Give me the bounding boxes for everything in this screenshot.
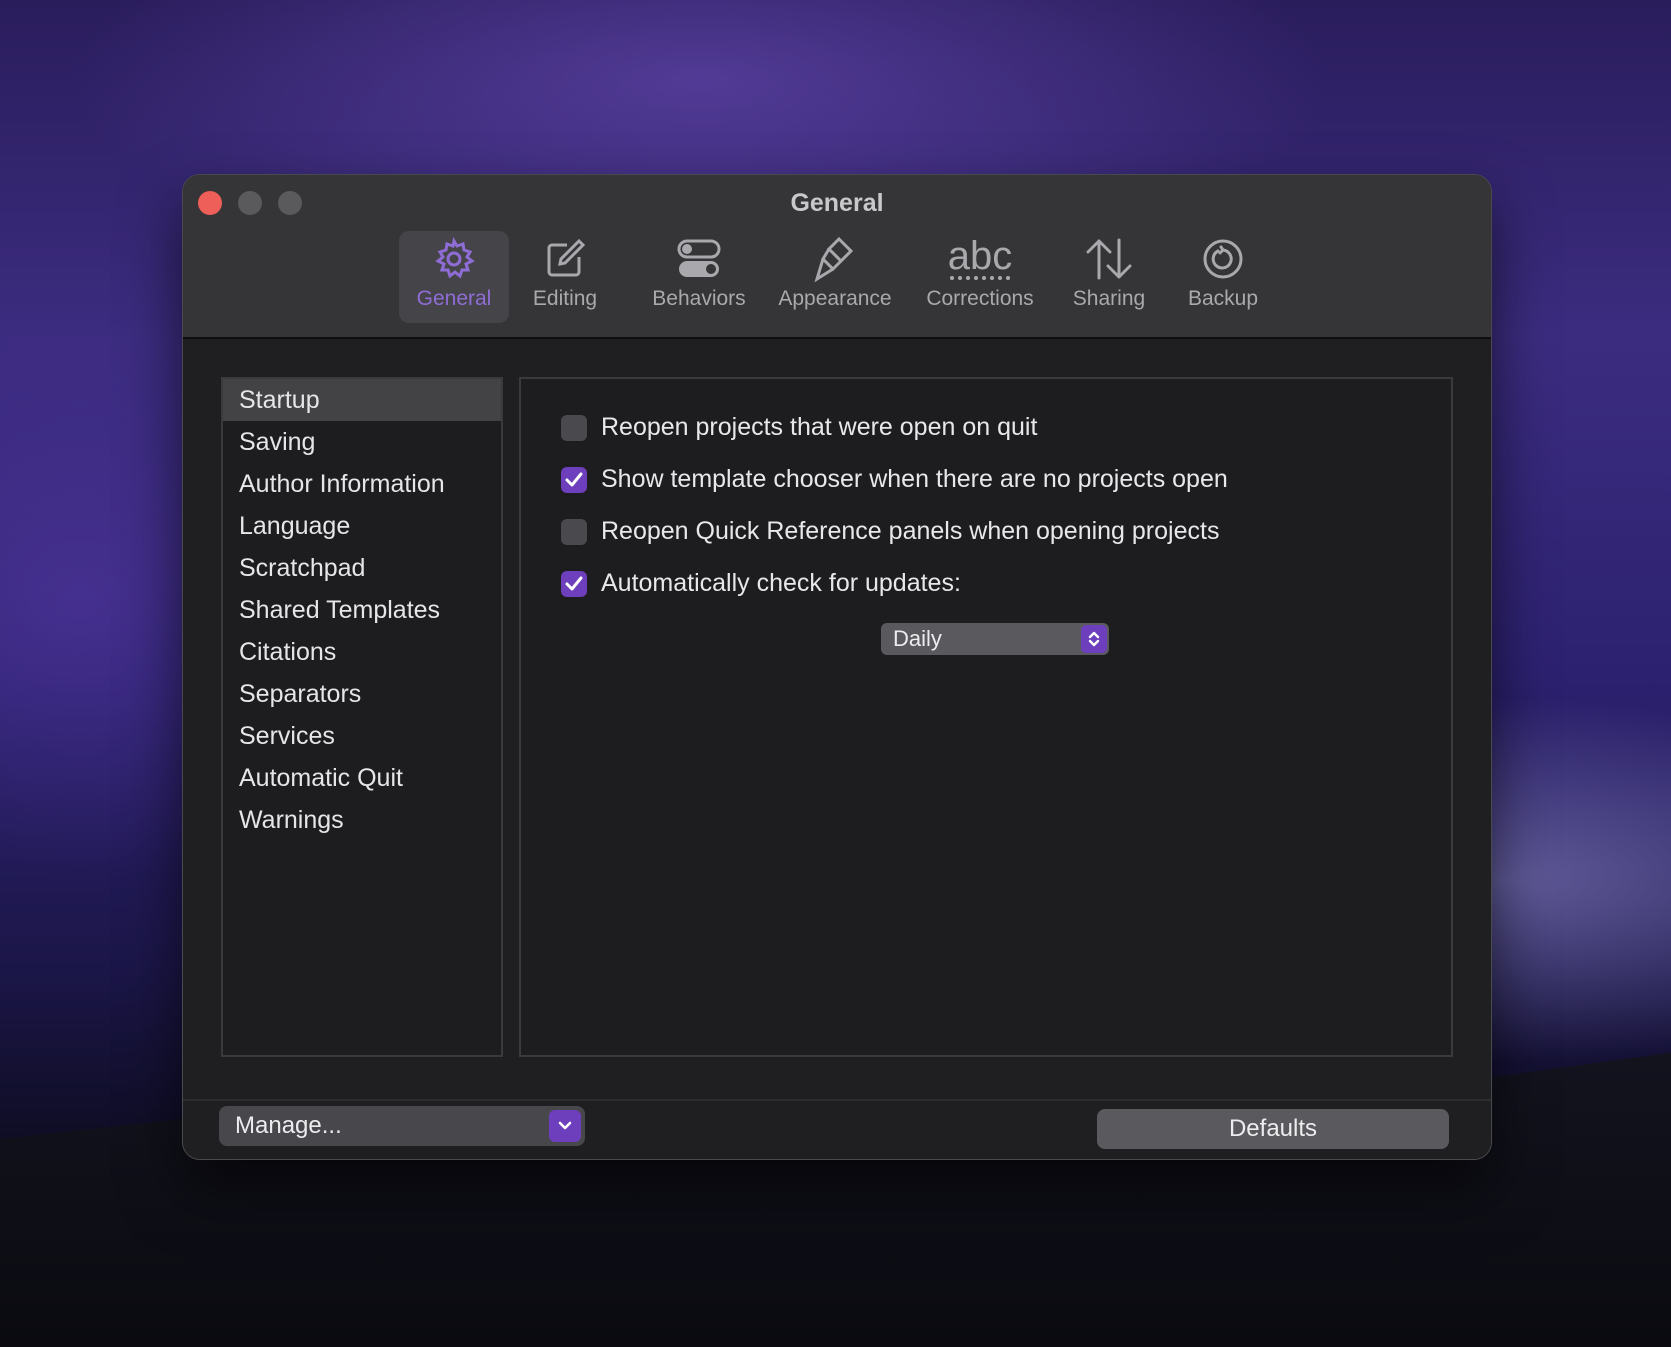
tab-backup[interactable]: Backup bbox=[1173, 231, 1273, 323]
option-reopen-projects[interactable]: Reopen projects that were open on quit bbox=[561, 413, 1037, 442]
tab-label: Behaviors bbox=[652, 287, 746, 310]
footer-divider bbox=[183, 1099, 1491, 1101]
sidebar-item-citations[interactable]: Citations bbox=[223, 631, 501, 673]
window-title: General bbox=[790, 189, 884, 217]
preferences-window: General General Editing Behaviors Appear… bbox=[182, 174, 1492, 1160]
defaults-button[interactable]: Defaults bbox=[1097, 1109, 1449, 1149]
preferences-toolbar: General Editing Behaviors Appearance abc… bbox=[183, 231, 1491, 323]
reopen-projects-checkbox[interactable] bbox=[561, 414, 587, 441]
sidebar-item-author-information[interactable]: Author Information bbox=[223, 463, 501, 505]
option-label: Automatically check for updates: bbox=[601, 569, 961, 597]
manage-button[interactable]: Manage... bbox=[219, 1106, 585, 1146]
option-label: Show template chooser when there are no … bbox=[601, 465, 1228, 493]
tab-appearance[interactable]: Appearance bbox=[765, 231, 905, 323]
option-label: Reopen projects that were open on quit bbox=[601, 413, 1038, 441]
abc-icon-text: abc bbox=[947, 234, 1013, 278]
edit-icon bbox=[543, 231, 587, 287]
sidebar-item-services[interactable]: Services bbox=[223, 715, 501, 757]
sidebar-item-scratchpad[interactable]: Scratchpad bbox=[223, 547, 501, 589]
toggles-icon bbox=[675, 231, 723, 287]
gear-icon bbox=[432, 231, 476, 287]
show-template-chooser-checkbox[interactable] bbox=[561, 466, 587, 493]
tab-label: General bbox=[416, 287, 492, 310]
content-area: Startup Saving Author Information Langua… bbox=[183, 339, 1491, 1159]
sidebar-item-language[interactable]: Language bbox=[223, 505, 501, 547]
updown-chevron-icon bbox=[1081, 625, 1107, 653]
tab-label: Appearance bbox=[778, 287, 892, 310]
backup-clock-icon bbox=[1201, 231, 1245, 287]
sidebar-item-startup[interactable]: Startup bbox=[223, 379, 501, 421]
option-label: Reopen Quick Reference panels when openi… bbox=[601, 517, 1220, 545]
tab-sharing[interactable]: Sharing bbox=[1059, 231, 1159, 323]
sidebar-item-shared-templates[interactable]: Shared Templates bbox=[223, 589, 501, 631]
update-frequency-value: Daily bbox=[893, 626, 942, 651]
arrows-updown-icon bbox=[1083, 231, 1135, 287]
tab-label: Corrections bbox=[926, 287, 1034, 310]
checkmark-icon bbox=[565, 576, 583, 590]
option-show-template-chooser[interactable]: Show template chooser when there are no … bbox=[561, 465, 1228, 494]
option-reopen-quick-reference[interactable]: Reopen Quick Reference panels when openi… bbox=[561, 517, 1219, 546]
sidebar-item-saving[interactable]: Saving bbox=[223, 421, 501, 463]
sidebar-item-automatic-quit[interactable]: Automatic Quit bbox=[223, 757, 501, 799]
tab-behaviors[interactable]: Behaviors bbox=[629, 231, 769, 323]
paintbrush-icon bbox=[813, 231, 857, 287]
titlebar: General General Editing Behaviors Appear… bbox=[183, 175, 1491, 339]
settings-sidebar: Startup Saving Author Information Langua… bbox=[221, 377, 503, 1057]
checkmark-icon bbox=[565, 472, 583, 486]
sidebar-item-warnings[interactable]: Warnings bbox=[223, 799, 501, 841]
update-frequency-select[interactable]: Daily bbox=[881, 623, 1109, 655]
option-check-updates[interactable]: Automatically check for updates: bbox=[561, 569, 961, 598]
tab-editing[interactable]: Editing bbox=[519, 231, 611, 323]
tab-label: Editing bbox=[532, 287, 598, 310]
chevron-down-icon bbox=[549, 1110, 581, 1142]
tab-general[interactable]: General bbox=[399, 231, 509, 323]
check-updates-checkbox[interactable] bbox=[561, 570, 587, 597]
reopen-quick-reference-checkbox[interactable] bbox=[561, 518, 587, 545]
tab-label: Backup bbox=[1187, 287, 1259, 310]
tab-label: Sharing bbox=[1072, 287, 1146, 310]
abc-icon: abc bbox=[947, 231, 1013, 287]
startup-settings-panel: Reopen projects that were open on quit S… bbox=[519, 377, 1453, 1057]
manage-label: Manage... bbox=[235, 1112, 342, 1139]
tab-corrections[interactable]: abc Corrections bbox=[915, 231, 1045, 323]
sidebar-item-separators[interactable]: Separators bbox=[223, 673, 501, 715]
